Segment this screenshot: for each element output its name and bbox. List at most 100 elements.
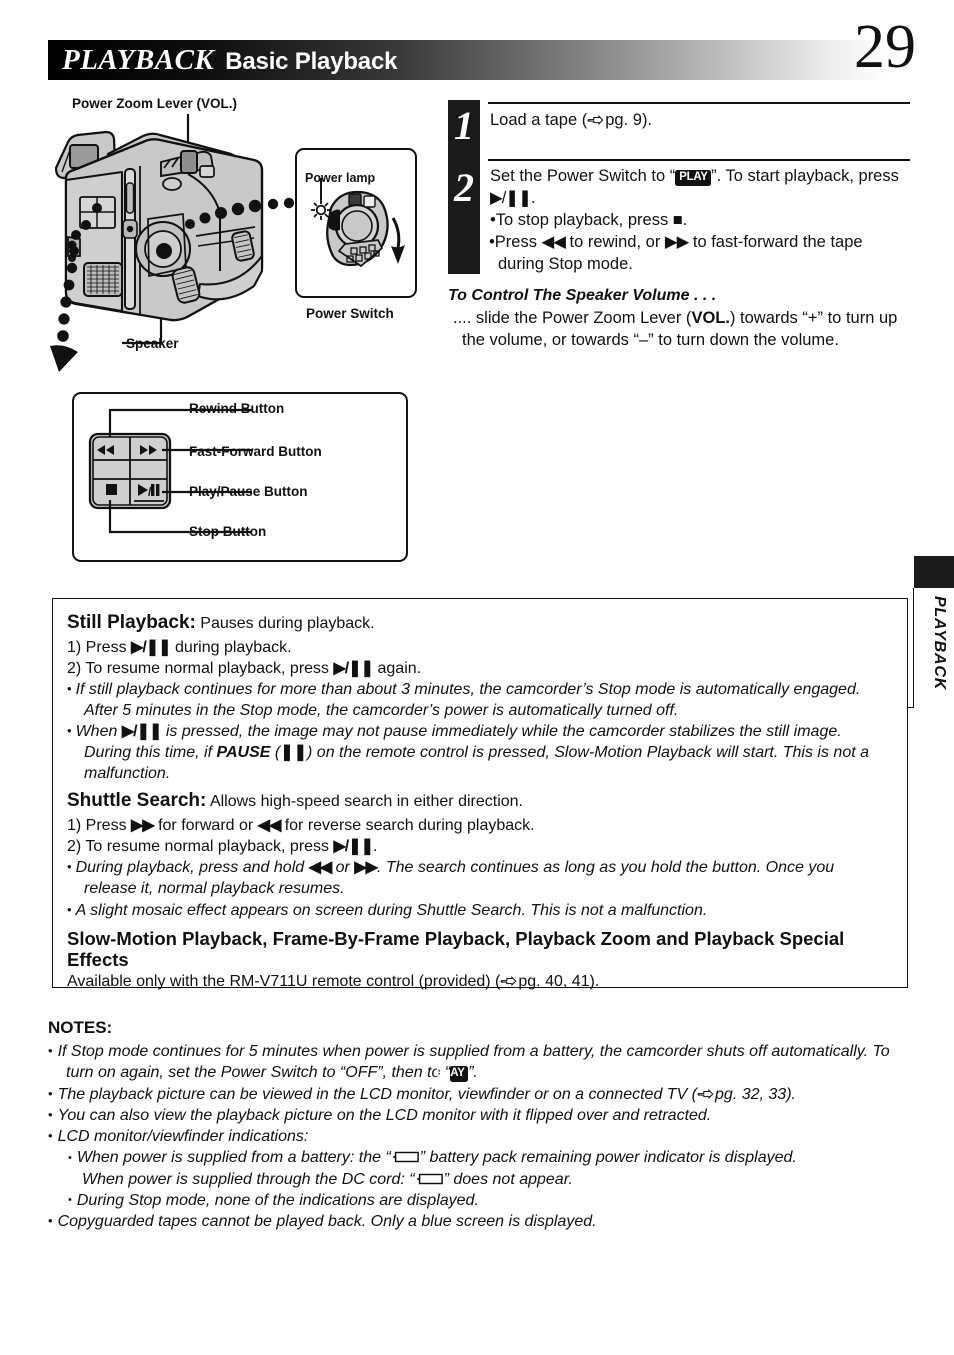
control-buttons-drawing: / <box>88 408 252 534</box>
play-badge-icon: PLAY <box>436 1065 469 1083</box>
shuttle-search-title: Shuttle Search: <box>67 790 207 812</box>
step-2-text: Set the Power Switch to “PLAY”. To start… <box>489 166 908 276</box>
vol-body-bold: VOL. <box>691 309 730 327</box>
note-item: • Copyguarded tapes cannot be played back… <box>48 1211 918 1232</box>
slow-avail-a: Available only with the RM-V711U remote … <box>67 972 501 990</box>
shuttle-bullet-2: • A slight mosaic effect appears on scree… <box>67 900 891 921</box>
slow-avail-b: ). <box>589 972 600 990</box>
note-4-a: LCD monitor/viewfinder indications: <box>57 1128 309 1146</box>
step-number-2: 2 <box>454 165 474 210</box>
still-step-1: 1) Press ▶/❚❚ during playback. <box>67 637 891 658</box>
shuttle-search-heading-line: Shuttle Search: Allows high-speed search… <box>67 789 891 814</box>
vol-body-a: .... slide the Power Zoom Lever ( <box>453 309 692 327</box>
shuttle-bullet-1-a: During playback, press and hold <box>75 859 309 877</box>
page-number: 29 <box>854 13 916 81</box>
step-2-bullet-1-a: To stop playback, press <box>495 210 673 229</box>
still-step-1-b: during playback. <box>170 638 292 656</box>
pointing-hand-icon <box>500 975 517 986</box>
bullet-icon: • <box>68 1194 72 1207</box>
note-sub-2-a: During Stop mode, none of the indication… <box>76 1191 479 1209</box>
step-1-text-end: ). <box>641 111 653 129</box>
play-badge-icon: PLAY <box>675 169 712 186</box>
shuttle-step-1-a: 1) Press <box>67 817 132 835</box>
shuttle-step-1: 1) Press ▶▶ for forward or ◀◀ for revers… <box>67 815 891 836</box>
note-item: • LCD monitor/viewfinder indications: <box>48 1126 918 1147</box>
note-sub-item: • During Stop mode, none of the indicatio… <box>48 1190 918 1211</box>
step-2-a: Set the Power Switch to “ <box>490 167 676 185</box>
step-2-bullet-2: •Press ◀◀ to rewind, or ▶▶ to fast-forwa… <box>489 232 863 273</box>
step-2-bullet-2-a: Press <box>494 232 542 251</box>
note-sub-item-continuation: When power is supplied through the DC co… <box>48 1169 918 1190</box>
bullet-icon: • <box>48 1106 53 1122</box>
step-2-line-1: Set the Power Switch to “PLAY”. To start… <box>490 166 908 210</box>
bullet-icon: • <box>67 859 72 875</box>
rewind-glyph: ◀◀ <box>541 232 566 251</box>
note-item: • You can also view the playback picture … <box>48 1105 918 1126</box>
shuttle-step-1-c: for reverse search during playback. <box>280 817 535 835</box>
play-pause-glyph: ▶/❚❚ <box>333 838 374 856</box>
bullet-icon: • <box>67 901 72 917</box>
bullet-icon: • <box>48 1085 53 1101</box>
shuttle-search-subtitle: Allows high-speed search in either direc… <box>209 793 523 811</box>
shuttle-step-2: 2) To resume normal playback, press ▶/❚❚… <box>67 836 891 857</box>
pause-glyph: ❚❚ <box>280 744 308 762</box>
shuttle-bullet-1-b: or <box>331 859 355 877</box>
fast-forward-glyph: ▶▶ <box>354 859 378 877</box>
still-bullet-2: • When ▶/❚❚ is pressed, the image may not… <box>67 721 891 784</box>
still-bullet-2-a: When <box>75 723 122 741</box>
slow-motion-heading: Slow-Motion Playback, Frame-By-Frame Pla… <box>67 927 845 970</box>
note-2-a: The playback picture can be viewed in th… <box>57 1085 698 1103</box>
step-1-text: Load a tape (pg. 9). <box>490 110 908 132</box>
play-pause-glyph: ▶/❚❚ <box>490 188 532 207</box>
note-sub-1-cont-b: ” does not appear. <box>443 1170 573 1188</box>
still-playback-heading-line: Still Playback: Pauses during playback. <box>67 611 891 636</box>
bullet-icon: • <box>48 1128 53 1144</box>
play-pause-glyph: ▶/❚❚ <box>333 659 374 677</box>
step-number-1: 1 <box>454 103 474 148</box>
still-bullet-2-c: ( <box>270 744 281 762</box>
step-2-bullet-1-b: . <box>682 210 688 229</box>
bullet-icon: • <box>48 1043 53 1058</box>
still-bullet-2-bold: PAUSE <box>216 744 271 762</box>
bullet-icon: • <box>67 680 72 696</box>
note-3-a: You can also view the playback picture o… <box>57 1106 712 1124</box>
battery-indicator-icon <box>416 1173 443 1184</box>
note-1-b: ”. <box>468 1064 478 1082</box>
page-title: PLAYBACK Basic Playback <box>62 44 397 77</box>
playback-features-box: Still Playback: Pauses during playback. … <box>52 598 908 990</box>
label-power-switch: Power Switch <box>306 306 394 321</box>
power-switch-drawing <box>311 178 405 268</box>
bullet-icon: • <box>67 723 72 739</box>
slow-avail-ref: pg. 40, 41 <box>518 972 590 990</box>
speaker-volume-heading: To Control The Speaker Volume . . . <box>448 287 717 304</box>
bullet-icon: • <box>48 1213 53 1229</box>
shuttle-bullet-1: • During playback, press and hold ◀◀ or ▶… <box>67 857 891 899</box>
play-pause-glyph: ▶/❚❚ <box>121 723 163 741</box>
step-2-bullet-1: •To stop playback, press ■. <box>490 210 688 229</box>
side-tab-rule <box>913 588 914 708</box>
pointing-hand-icon <box>587 115 604 126</box>
note-item: • The playback picture can be viewed in t… <box>48 1084 918 1105</box>
still-step-1-a: 1) Press <box>67 638 132 656</box>
note-sub-1-cont-a: When power is supplied through the DC co… <box>82 1170 415 1188</box>
step-rule-top <box>488 102 910 104</box>
fast-forward-glyph: ▶▶ <box>131 817 155 835</box>
fast-forward-glyph: ▶▶ <box>664 232 689 251</box>
step-2-b: ”. To start playback, press <box>711 167 899 185</box>
still-step-2-a: 2) To resume normal playback, press <box>67 659 334 677</box>
speaker-volume-section: To Control The Speaker Volume . . . ....… <box>448 287 910 352</box>
still-step-2-b: again. <box>373 659 422 677</box>
note-item: • If Stop mode continues for 5 minutes wh… <box>48 1041 918 1084</box>
shuttle-step-2-a: 2) To resume normal playback, press <box>67 838 334 856</box>
section-name: PLAYBACK <box>62 44 215 76</box>
notes-section: NOTES: • If Stop mode continues for 5 min… <box>48 1018 918 1232</box>
bullet-icon: • <box>68 1151 72 1164</box>
rewind-glyph: ◀◀ <box>308 859 333 877</box>
note-sub-1-a: When power is supplied from a battery: t… <box>76 1149 391 1167</box>
step-1-text-a: Load a tape ( <box>490 111 588 129</box>
note-2-b: ). <box>786 1085 796 1103</box>
speaker-volume-body: .... slide the Power Zoom Lever (VOL.) t… <box>453 308 910 352</box>
side-tab-marker <box>914 556 954 588</box>
shuttle-bullet-2-text: A slight mosaic effect appears on screen… <box>75 901 708 919</box>
shuttle-step-1-b: for forward or <box>153 817 258 835</box>
